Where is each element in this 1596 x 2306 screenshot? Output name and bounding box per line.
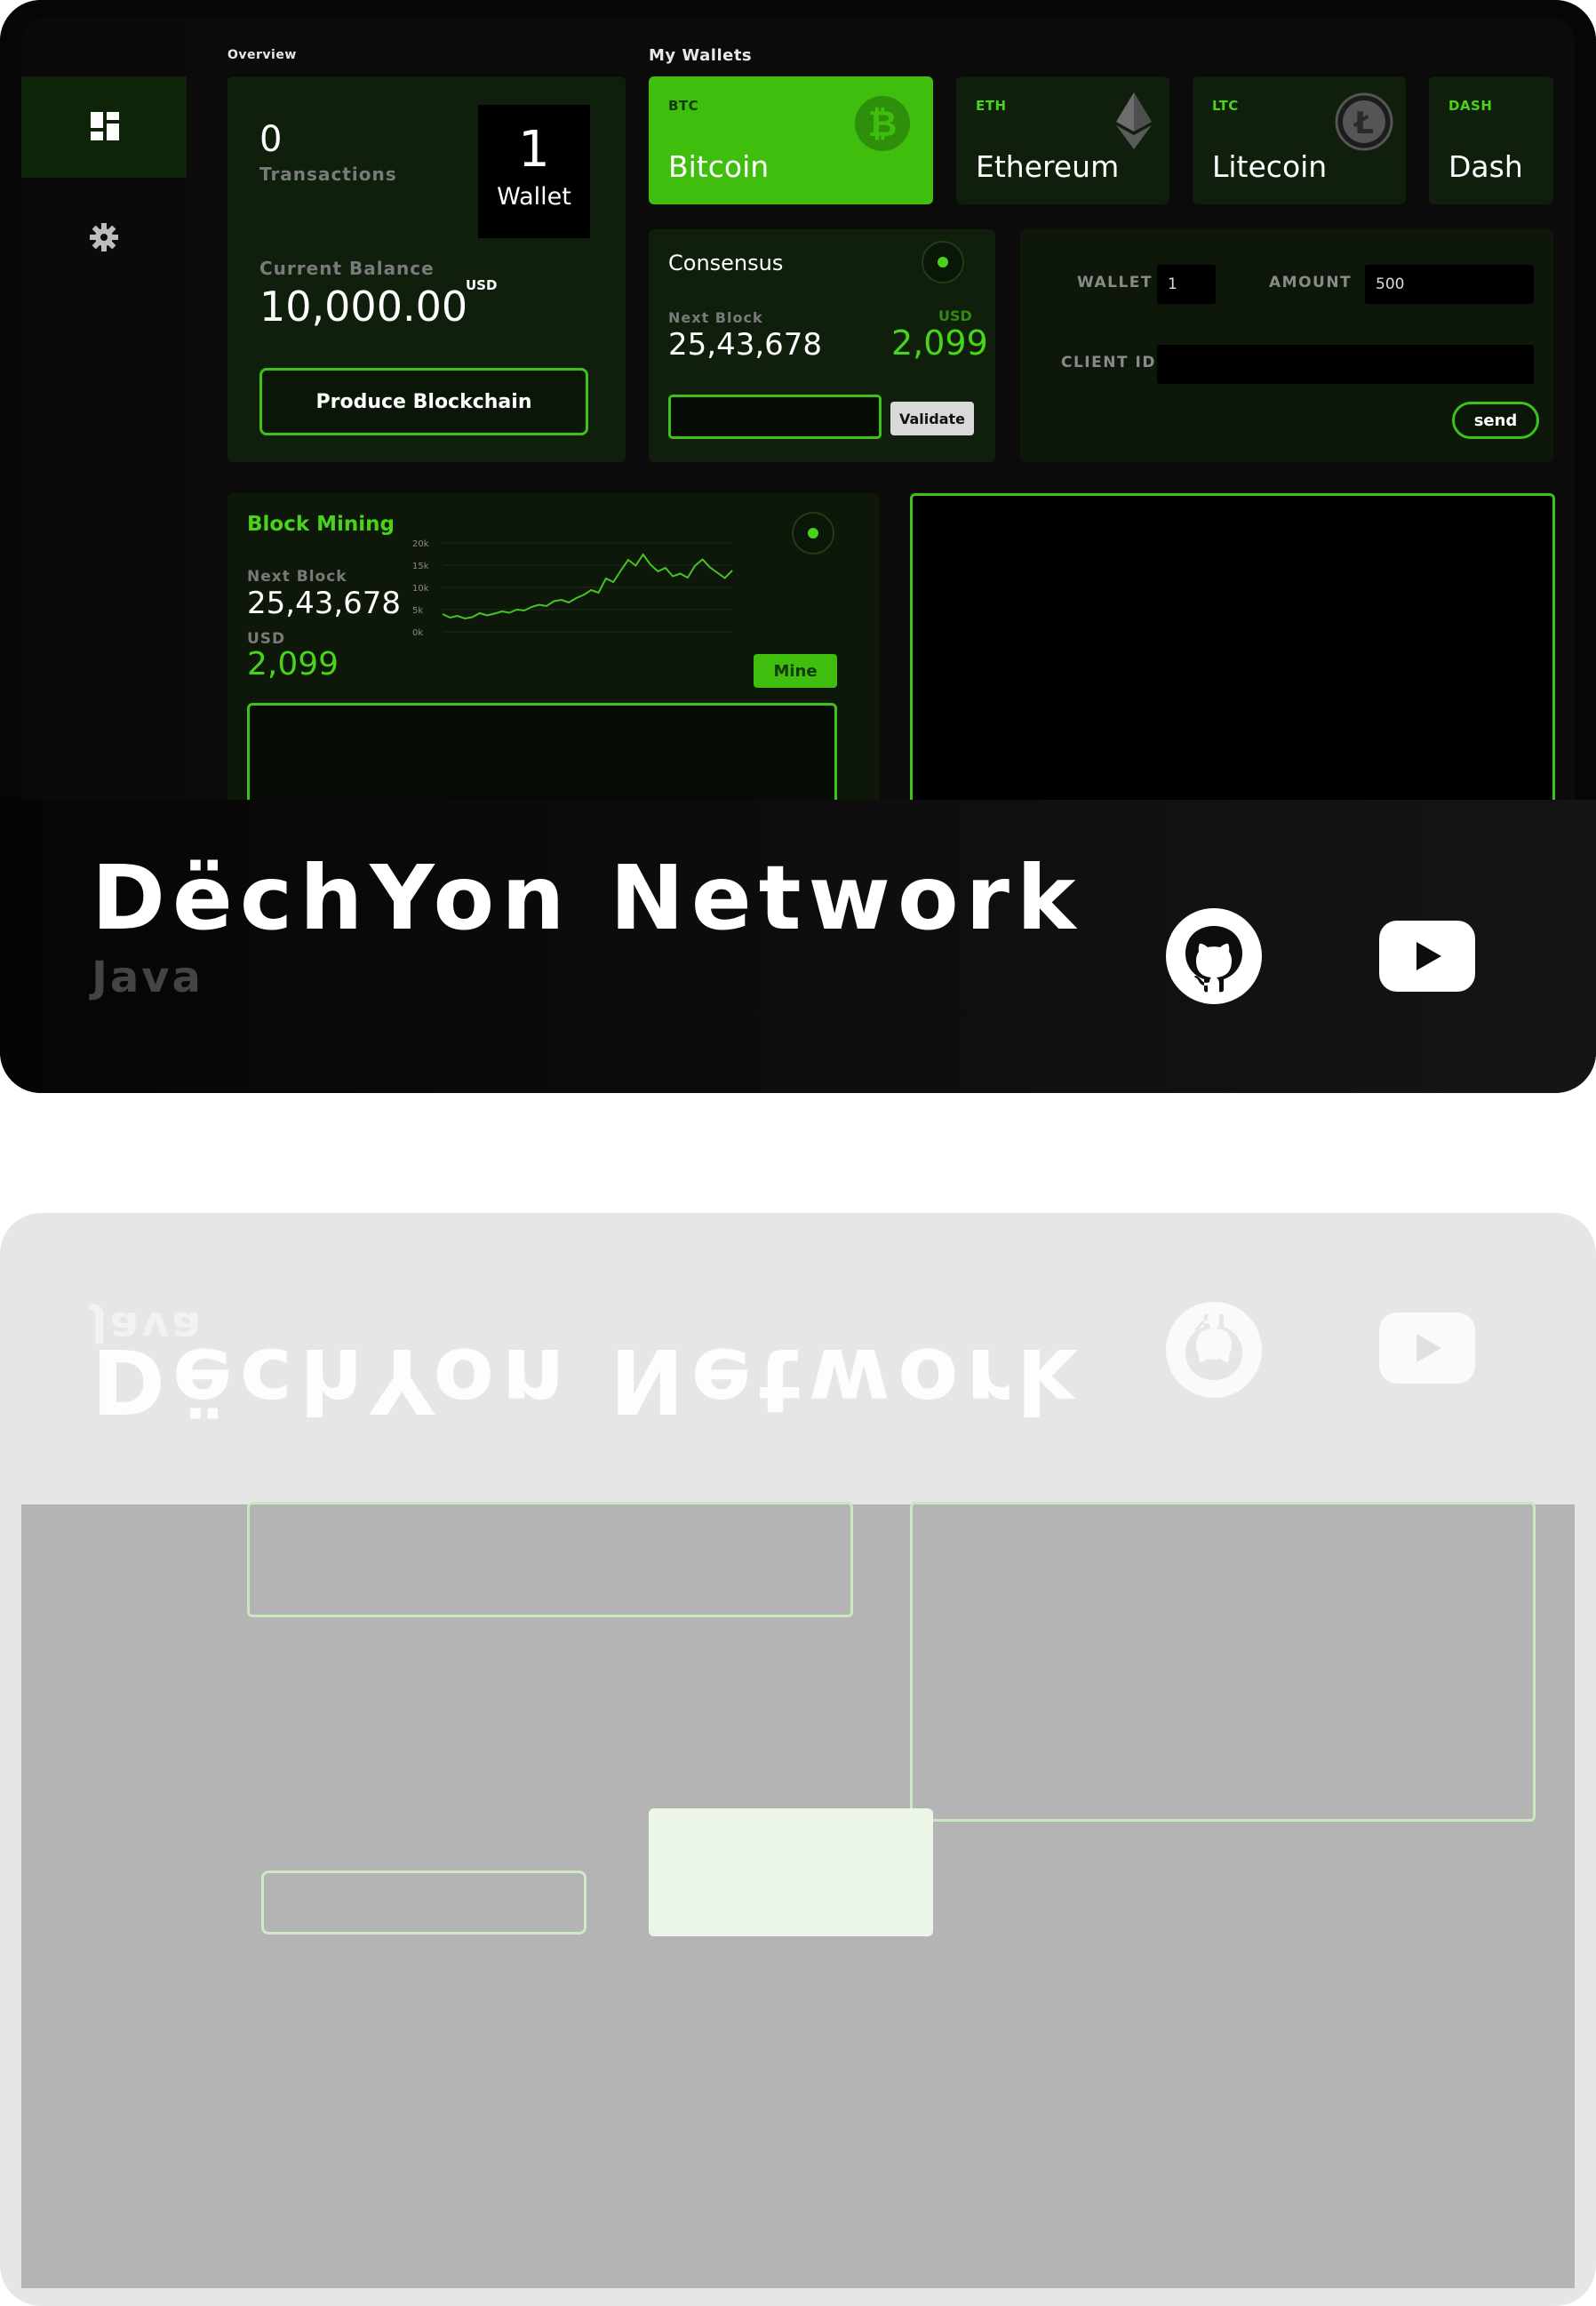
- ethereum-icon: [1116, 92, 1152, 149]
- mining-output-box[interactable]: [247, 703, 837, 802]
- client-id-field[interactable]: [1157, 345, 1534, 384]
- reflection-youtube-icon: [1379, 1313, 1475, 1384]
- chart-series-line: [442, 553, 733, 620]
- mining-usd-label: USD: [247, 630, 286, 648]
- mining-line-chart: 20k 15k 10k 5k 0k: [412, 539, 733, 638]
- wallet-tag: BTC: [668, 98, 699, 114]
- bitcoin-icon: ₿: [855, 96, 910, 151]
- mine-button[interactable]: Mine: [754, 654, 837, 688]
- usd-label: USD: [938, 307, 972, 324]
- client-id-label: CLIENT ID: [1061, 354, 1156, 371]
- youtube-icon[interactable]: [1379, 921, 1475, 992]
- wallet-tag: DASH: [1448, 98, 1493, 114]
- wallet-field-label: WALLET: [1077, 274, 1153, 291]
- validate-button[interactable]: Validate: [890, 402, 974, 435]
- overview-panel: 0 Transactions 1 Wallet Current Balance …: [227, 76, 626, 462]
- dashboard-icon: [91, 112, 119, 140]
- dashboard-screenshot: Overview 0 Transactions 1 Wallet Current…: [0, 0, 1596, 802]
- chart-y-tick-label: 15k: [412, 562, 429, 571]
- wallet-name: Litecoin: [1212, 149, 1328, 184]
- card-reflection: DëchYon Network Java: [0, 1213, 1596, 2306]
- wallet-count-box: 1 Wallet: [478, 105, 590, 238]
- overview-label: Overview: [227, 48, 297, 62]
- transfer-panel: WALLET 1 AMOUNT 500 CLIENT ID send: [1020, 229, 1553, 462]
- mining-next-block-label: Next Block: [247, 568, 347, 586]
- transactions-count: 0: [259, 119, 283, 160]
- next-block-label: Next Block: [668, 309, 763, 326]
- my-wallets-label: My Wallets: [649, 46, 753, 65]
- current-balance-label: Current Balance: [259, 258, 435, 279]
- chart-y-tick-label: 5k: [412, 606, 423, 616]
- litecoin-icon: Ł: [1335, 92, 1393, 151]
- wallet-count: 1: [518, 121, 550, 179]
- consensus-title: Consensus: [668, 251, 784, 275]
- mining-next-block-value: 25,43,678: [247, 586, 402, 621]
- wallet-name: Dash: [1448, 149, 1523, 184]
- project-language: Java: [92, 953, 203, 1002]
- project-card: Overview 0 Transactions 1 Wallet Current…: [0, 0, 1596, 1093]
- next-block-value: 25,43,678: [668, 327, 823, 363]
- wallet-count-label: Wallet: [497, 183, 571, 211]
- amount-field[interactable]: 500: [1365, 265, 1534, 304]
- block-mining-title: Block Mining: [247, 513, 395, 536]
- target-icon[interactable]: [791, 511, 835, 555]
- usd-value: 2,099: [891, 323, 988, 363]
- wallet-tag: LTC: [1212, 98, 1239, 114]
- wallet-field[interactable]: 1: [1157, 265, 1216, 304]
- chart-y-tick-label: 20k: [412, 539, 429, 549]
- sidebar: [21, 18, 187, 802]
- project-title: DëchYon Network: [92, 846, 1083, 950]
- consensus-panel: Consensus Next Block 25,43,678 USD 2,099…: [649, 229, 995, 462]
- transactions-label: Transactions: [259, 164, 397, 185]
- github-icon[interactable]: [1166, 908, 1262, 1004]
- reflection-terminal: [910, 1502, 1536, 1822]
- wallet-tag: ETH: [976, 98, 1007, 114]
- reflection-github-icon: [1166, 1302, 1262, 1398]
- sidebar-item-dashboard[interactable]: [21, 76, 187, 178]
- reflection-produce-button: [261, 1871, 587, 1935]
- dashboard-main: Overview 0 Transactions 1 Wallet Current…: [187, 18, 1575, 802]
- svg-text:₿: ₿: [868, 104, 898, 145]
- produce-blockchain-button[interactable]: Produce Blockchain: [259, 368, 588, 435]
- reflection-output-box: [247, 1502, 853, 1617]
- wallet-name: Bitcoin: [668, 149, 770, 184]
- wallet-card-btc[interactable]: BTC Bitcoin ₿: [649, 76, 933, 204]
- svg-text:Ł: Ł: [1353, 106, 1374, 141]
- wallet-card-ltc[interactable]: LTC Litecoin Ł: [1193, 76, 1406, 204]
- balance-value: 10,000.00: [259, 283, 468, 331]
- output-terminal[interactable]: [910, 493, 1555, 802]
- target-icon[interactable]: [921, 240, 965, 284]
- reflection-title: DëchYon Network: [92, 1329, 1083, 1432]
- mining-usd-value: 2,099: [247, 646, 339, 682]
- consensus-input[interactable]: [668, 395, 882, 439]
- wallet-card-dash[interactable]: DASH Dash: [1429, 76, 1553, 204]
- reflection-btc-card: [649, 1808, 933, 1936]
- balance-currency: USD: [466, 277, 498, 293]
- sidebar-item-settings[interactable]: [21, 18, 187, 251]
- chart-y-tick-label: 0k: [412, 628, 423, 638]
- dashboard-window: Overview 0 Transactions 1 Wallet Current…: [21, 18, 1575, 802]
- send-button[interactable]: send: [1452, 402, 1539, 439]
- block-mining-panel: Block Mining Next Block 25,43,678 USD 2,…: [227, 493, 880, 802]
- reflection-subtitle: Java: [92, 1302, 203, 1352]
- wallet-card-eth[interactable]: ETH Ethereum: [956, 76, 1169, 204]
- amount-field-label: AMOUNT: [1269, 274, 1353, 291]
- chart-y-tick-label: 10k: [412, 584, 429, 594]
- wallet-name: Ethereum: [976, 149, 1120, 184]
- gear-icon: [90, 223, 118, 251]
